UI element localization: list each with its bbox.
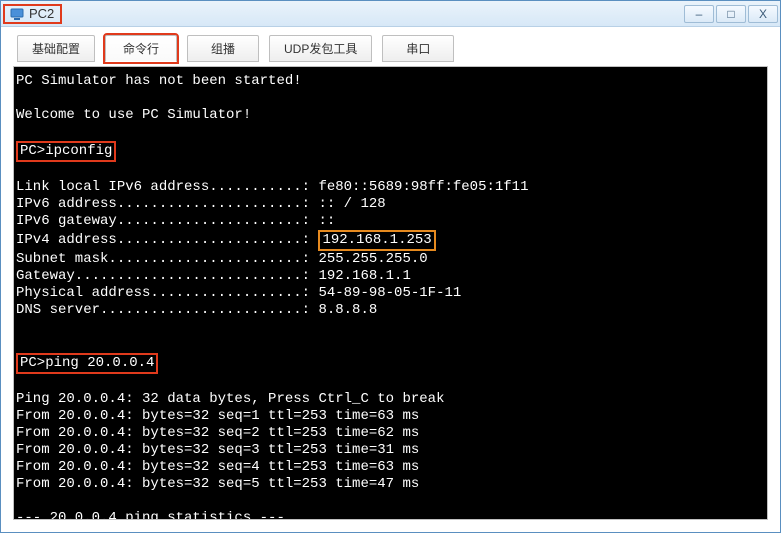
ping-stats: --- 20.0.0.4 ping statistics --- [16, 510, 285, 520]
maximize-button[interactable]: □ [716, 5, 746, 23]
terminal-output[interactable]: PC Simulator has not been started! Welco… [14, 67, 767, 520]
ping-reply-3: From 20.0.0.4: bytes=32 seq=3 ttl=253 ti… [16, 442, 419, 458]
prompt-ping: PC>ping 20.0.0.4 [16, 353, 158, 374]
ipconfig-ipv4-value: 192.168.1.253 [318, 230, 435, 251]
tab-basic-config[interactable]: 基础配置 [17, 35, 95, 62]
window-title: PC2 [29, 6, 54, 21]
tab-multicast[interactable]: 组播 [187, 35, 259, 62]
ipconfig-gateway: Gateway...........................: 192.… [16, 268, 411, 284]
tab-bar: 基础配置 命令行 组播 UDP发包工具 串口 [1, 27, 780, 62]
ping-reply-5: From 20.0.0.4: bytes=32 seq=5 ttl=253 ti… [16, 476, 419, 492]
ipconfig-dns: DNS server........................: 8.8.… [16, 302, 377, 318]
title-highlight: PC2 [3, 4, 62, 24]
ping-reply-1: From 20.0.0.4: bytes=32 seq=1 ttl=253 ti… [16, 408, 419, 424]
tab-commandline[interactable]: 命令行 [105, 35, 177, 62]
prompt-ipconfig: PC>ipconfig [16, 141, 116, 162]
app-window: PC2 – □ X 基础配置 命令行 组播 UDP发包工具 串口 PC Simu… [0, 0, 781, 533]
window-buttons: – □ X [682, 5, 778, 23]
ping-reply-2: From 20.0.0.4: bytes=32 seq=2 ttl=253 ti… [16, 425, 419, 441]
ipconfig-ipv6addr: IPv6 address......................: :: /… [16, 196, 386, 212]
ipconfig-ipv4-label: IPv4 address......................: [16, 232, 318, 248]
app-icon [9, 6, 25, 22]
tab-udp-tool[interactable]: UDP发包工具 [269, 35, 372, 62]
tab-serial[interactable]: 串口 [382, 35, 454, 62]
line-welcome: Welcome to use PC Simulator! [16, 107, 251, 123]
ping-header: Ping 20.0.0.4: 32 data bytes, Press Ctrl… [16, 391, 444, 407]
terminal-container: PC Simulator has not been started! Welco… [13, 66, 768, 520]
close-button[interactable]: X [748, 5, 778, 23]
ipconfig-linklocal: Link local IPv6 address...........: fe80… [16, 179, 528, 195]
ipconfig-ipv6gw: IPv6 gateway......................: :: [16, 213, 335, 229]
ipconfig-subnet: Subnet mask.......................: 255.… [16, 251, 428, 267]
minimize-button[interactable]: – [684, 5, 714, 23]
line-not-started: PC Simulator has not been started! [16, 73, 302, 89]
ipconfig-physical: Physical address..................: 54-8… [16, 285, 461, 301]
titlebar: PC2 – □ X [1, 1, 780, 27]
ping-reply-4: From 20.0.0.4: bytes=32 seq=4 ttl=253 ti… [16, 459, 419, 475]
